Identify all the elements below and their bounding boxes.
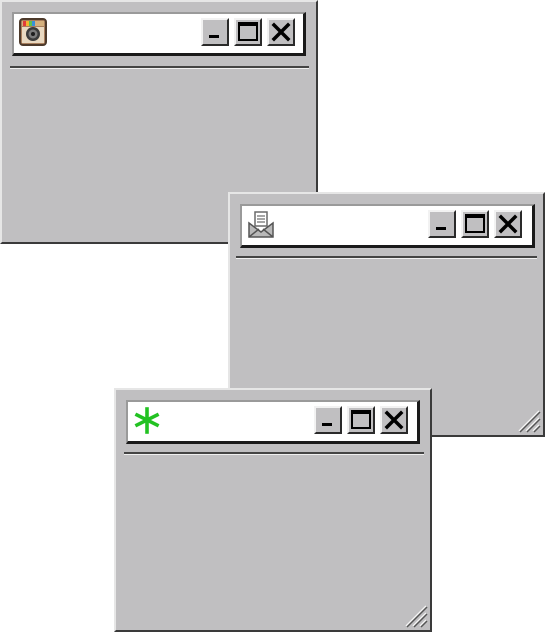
maximize-button[interactable] (234, 18, 262, 46)
maximize-icon (465, 214, 485, 233)
resize-grip-icon[interactable] (513, 405, 541, 433)
title-separator (124, 452, 424, 455)
camera-app-icon (18, 17, 48, 47)
close-button[interactable] (494, 210, 522, 238)
minimize-icon (209, 35, 219, 38)
minimize-button[interactable] (428, 210, 456, 238)
window-title-bar[interactable] (240, 204, 535, 248)
maximize-icon (351, 410, 371, 429)
maximize-button[interactable] (347, 406, 375, 434)
close-button[interactable] (267, 18, 295, 46)
maximize-icon (238, 22, 258, 41)
maximize-button[interactable] (461, 210, 489, 238)
minimize-button[interactable] (201, 18, 229, 46)
close-icon (498, 214, 518, 234)
minimize-icon (322, 423, 332, 426)
close-icon (271, 22, 291, 42)
green-asterisk-icon (132, 405, 162, 435)
close-button[interactable] (380, 406, 408, 434)
mail-envelope-icon (246, 209, 276, 239)
window-title-bar[interactable] (12, 12, 306, 56)
window-title-bar[interactable] (126, 400, 420, 444)
resize-grip-icon[interactable] (400, 600, 428, 628)
window-asterisk[interactable] (114, 388, 432, 632)
minimize-icon (436, 227, 446, 230)
close-icon (384, 410, 404, 430)
title-separator (10, 66, 309, 69)
title-separator (236, 256, 537, 259)
minimize-button[interactable] (314, 406, 342, 434)
